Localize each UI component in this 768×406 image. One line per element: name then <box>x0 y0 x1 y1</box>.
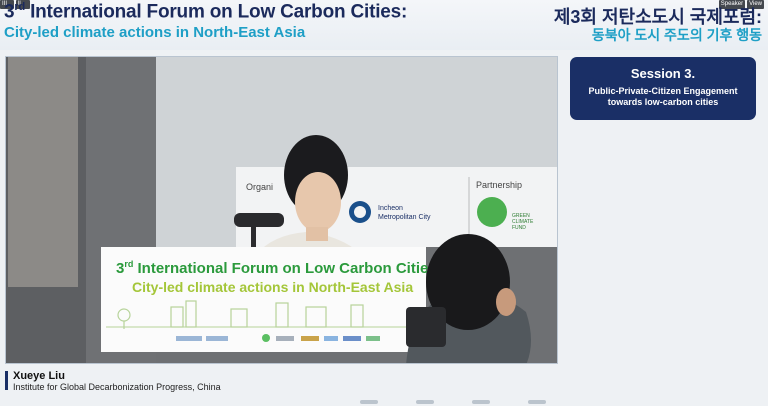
forum-header: III ll 3rd International Forum on Low Ca… <box>0 0 768 50</box>
speaker-face <box>295 172 341 232</box>
bottom-decoration <box>360 400 660 406</box>
speaker-affiliation: Institute for Global Decarbonization Pro… <box>13 382 221 392</box>
backdrop-incheon-line1: Incheon <box>378 205 403 212</box>
decoration-dot <box>472 400 490 404</box>
gcf-logo-icon <box>477 197 507 227</box>
video-frame: Organi Incheon Metropolitan City Partner… <box>6 57 557 363</box>
session-title: Session 3. <box>630 66 696 81</box>
backdrop-gcf-line3: FUND <box>512 225 526 231</box>
backdrop-incheon-line2: Metropolitan City <box>378 214 431 221</box>
speaker-name: Xueye Liu <box>13 370 65 382</box>
forum-subtitle-en: City-led climate actions in North-East A… <box>4 24 306 41</box>
decoration-dot <box>528 400 546 404</box>
backdrop-organizer-label: Organi <box>246 182 273 192</box>
banner-title: 3rd International Forum on Low Carbon Ci… <box>116 259 442 277</box>
session-description: Public-Private-Citizen Engagement toward… <box>570 86 756 108</box>
speaker-video[interactable]: Organi Incheon Metropolitan City Partner… <box>5 56 558 364</box>
backdrop-partner-label: Partnership <box>476 180 522 190</box>
session-description-line1: Public-Private-Citizen Engagement <box>588 86 738 96</box>
session-panel: Session 3. Public-Private-Citizen Engage… <box>570 57 756 120</box>
session-description-line2: towards low-carbon cities <box>607 97 719 107</box>
forum-subtitle-ko: 동북아 도시 주도의 기후 행동 <box>591 27 762 43</box>
forum-title-en: 3rd International Forum on Low Carbon Ci… <box>4 1 408 23</box>
banner-subtitle: City-led climate actions in North-East A… <box>132 279 413 295</box>
camera-icon <box>406 307 446 347</box>
caption-accent-bar <box>5 371 8 390</box>
microphone-icon <box>234 213 284 227</box>
speaker-caption: Xueye Liu Institute for Global Decarboni… <box>5 368 558 394</box>
decoration-dot <box>416 400 434 404</box>
decoration-dot <box>360 400 378 404</box>
